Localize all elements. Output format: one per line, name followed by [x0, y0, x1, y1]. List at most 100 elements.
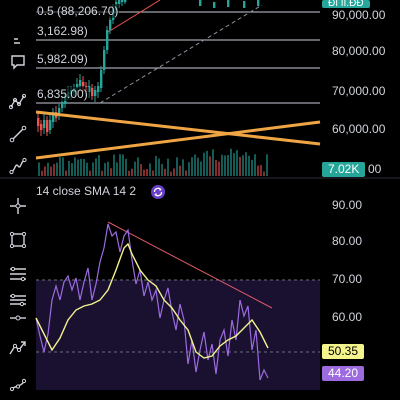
candle-body — [43, 120, 46, 128]
volume-bar — [191, 157, 193, 176]
volume-bar — [233, 153, 235, 176]
candle-body — [79, 80, 82, 86]
volume-bar — [95, 158, 97, 176]
volume-bar — [134, 161, 136, 176]
volume-bar — [194, 154, 196, 176]
volume-bar — [89, 170, 91, 176]
volume-bar — [251, 159, 253, 176]
volume-bar — [230, 148, 232, 176]
chart-stage[interactable]: 0.5 (88,206.70) 3,162.98) 5,982.09) 6,83… — [0, 0, 400, 400]
volume-bar — [236, 150, 238, 176]
candle-body — [82, 82, 85, 86]
volume-bar — [74, 157, 76, 176]
volume-bar — [221, 154, 223, 176]
volume-bar — [224, 155, 226, 176]
volume-badge: 7.02K — [322, 162, 366, 177]
volume-bar — [77, 159, 79, 176]
volume-bar — [149, 163, 151, 176]
volume-bar — [206, 150, 208, 176]
candle-body — [40, 124, 43, 130]
volume-bar — [104, 163, 106, 176]
volume-bar — [47, 162, 49, 176]
volume-bar — [245, 152, 247, 176]
sma-value-badge: 50.35 — [322, 344, 365, 359]
candle-body — [199, 0, 202, 6]
trend-line-icon[interactable] — [2, 120, 34, 148]
price-badge-top: ĐĨ ĨĨ.ĐĐ — [322, 0, 370, 8]
price-axis-label-partial: 00 — [368, 162, 382, 176]
candle-body — [103, 50, 106, 70]
volume-bar — [185, 170, 187, 176]
volume-bar — [197, 157, 199, 176]
volume-bar — [239, 156, 241, 176]
candle-body — [106, 30, 109, 50]
volume-bar — [98, 155, 100, 176]
curve-icon[interactable] — [2, 152, 34, 180]
price-axis-label-3: 60,000.00 — [332, 122, 386, 136]
volume-bar — [86, 162, 88, 176]
text-note-icon[interactable] — [2, 48, 34, 76]
price-axis-label-0: 90,000.00 — [332, 8, 386, 22]
volume-bar — [65, 170, 67, 176]
volume-bar — [215, 159, 217, 176]
volume-bar — [218, 161, 220, 176]
volume-bar — [56, 162, 58, 176]
candle-body — [243, 1, 246, 8]
rectangle-icon[interactable] — [2, 226, 34, 254]
candle-body — [227, 0, 230, 7]
volume-bar — [62, 157, 64, 176]
dashed-trend-line — [99, 4, 263, 104]
volume-bar — [143, 169, 145, 176]
horizontal-line-icon[interactable] — [2, 304, 34, 332]
path-icon[interactable] — [2, 334, 34, 362]
rsi-axis-label-0: 90.00 — [332, 198, 363, 212]
candle-body — [124, 0, 127, 2]
candle-body — [37, 118, 40, 126]
volume-bar — [128, 170, 130, 176]
volume-bar — [38, 162, 40, 176]
candle-body — [109, 20, 112, 30]
rsi-value-badge: 44.20 — [322, 366, 365, 381]
volume-bar — [44, 166, 46, 176]
volume-bar — [164, 168, 166, 176]
rsi-axis-label-1: 80.00 — [332, 234, 363, 248]
volume-bar — [182, 159, 184, 176]
volume-bar — [212, 149, 214, 176]
volume-bar — [41, 170, 43, 176]
brush-icon[interactable] — [2, 370, 34, 398]
volume-bar — [116, 162, 118, 176]
pattern-icon[interactable] — [2, 88, 34, 116]
volume-bar — [161, 163, 163, 176]
volume-bar — [59, 157, 61, 176]
reload-icon[interactable] — [150, 184, 166, 200]
candle-body — [91, 88, 94, 96]
candle-body — [213, 2, 216, 8]
volume-bar — [131, 168, 133, 176]
candle-body — [100, 70, 103, 88]
volume-bar — [80, 158, 82, 176]
indicator-legend[interactable]: 14 close SMA 14 2 — [36, 184, 136, 198]
volume-bar — [257, 165, 259, 176]
volume-bar — [227, 155, 229, 176]
rsi-band — [36, 280, 320, 390]
volume-bar — [68, 160, 70, 176]
candle-body — [257, 0, 260, 6]
candle-body — [49, 120, 52, 130]
volume-bar — [200, 161, 202, 176]
candle-body — [61, 102, 64, 108]
crosshair-icon[interactable] — [2, 192, 34, 220]
volume-bar — [140, 164, 142, 176]
volume-bar — [173, 168, 175, 176]
fib-level-label-0: 0.5 (88,206.70) — [36, 4, 120, 18]
fib-levels-icon[interactable] — [2, 260, 34, 288]
volume-bar — [50, 166, 52, 176]
volume-bar — [179, 165, 181, 176]
volume-bar — [125, 158, 127, 176]
fib-level-label-3: 6,835.00) — [36, 87, 89, 101]
volume-bar — [260, 165, 262, 176]
volume-bar — [101, 170, 103, 176]
volume-bar — [155, 155, 157, 176]
candle-body — [94, 90, 97, 96]
price-axis-label-1: 80,000.00 — [332, 44, 386, 58]
volume-bar — [110, 168, 112, 176]
